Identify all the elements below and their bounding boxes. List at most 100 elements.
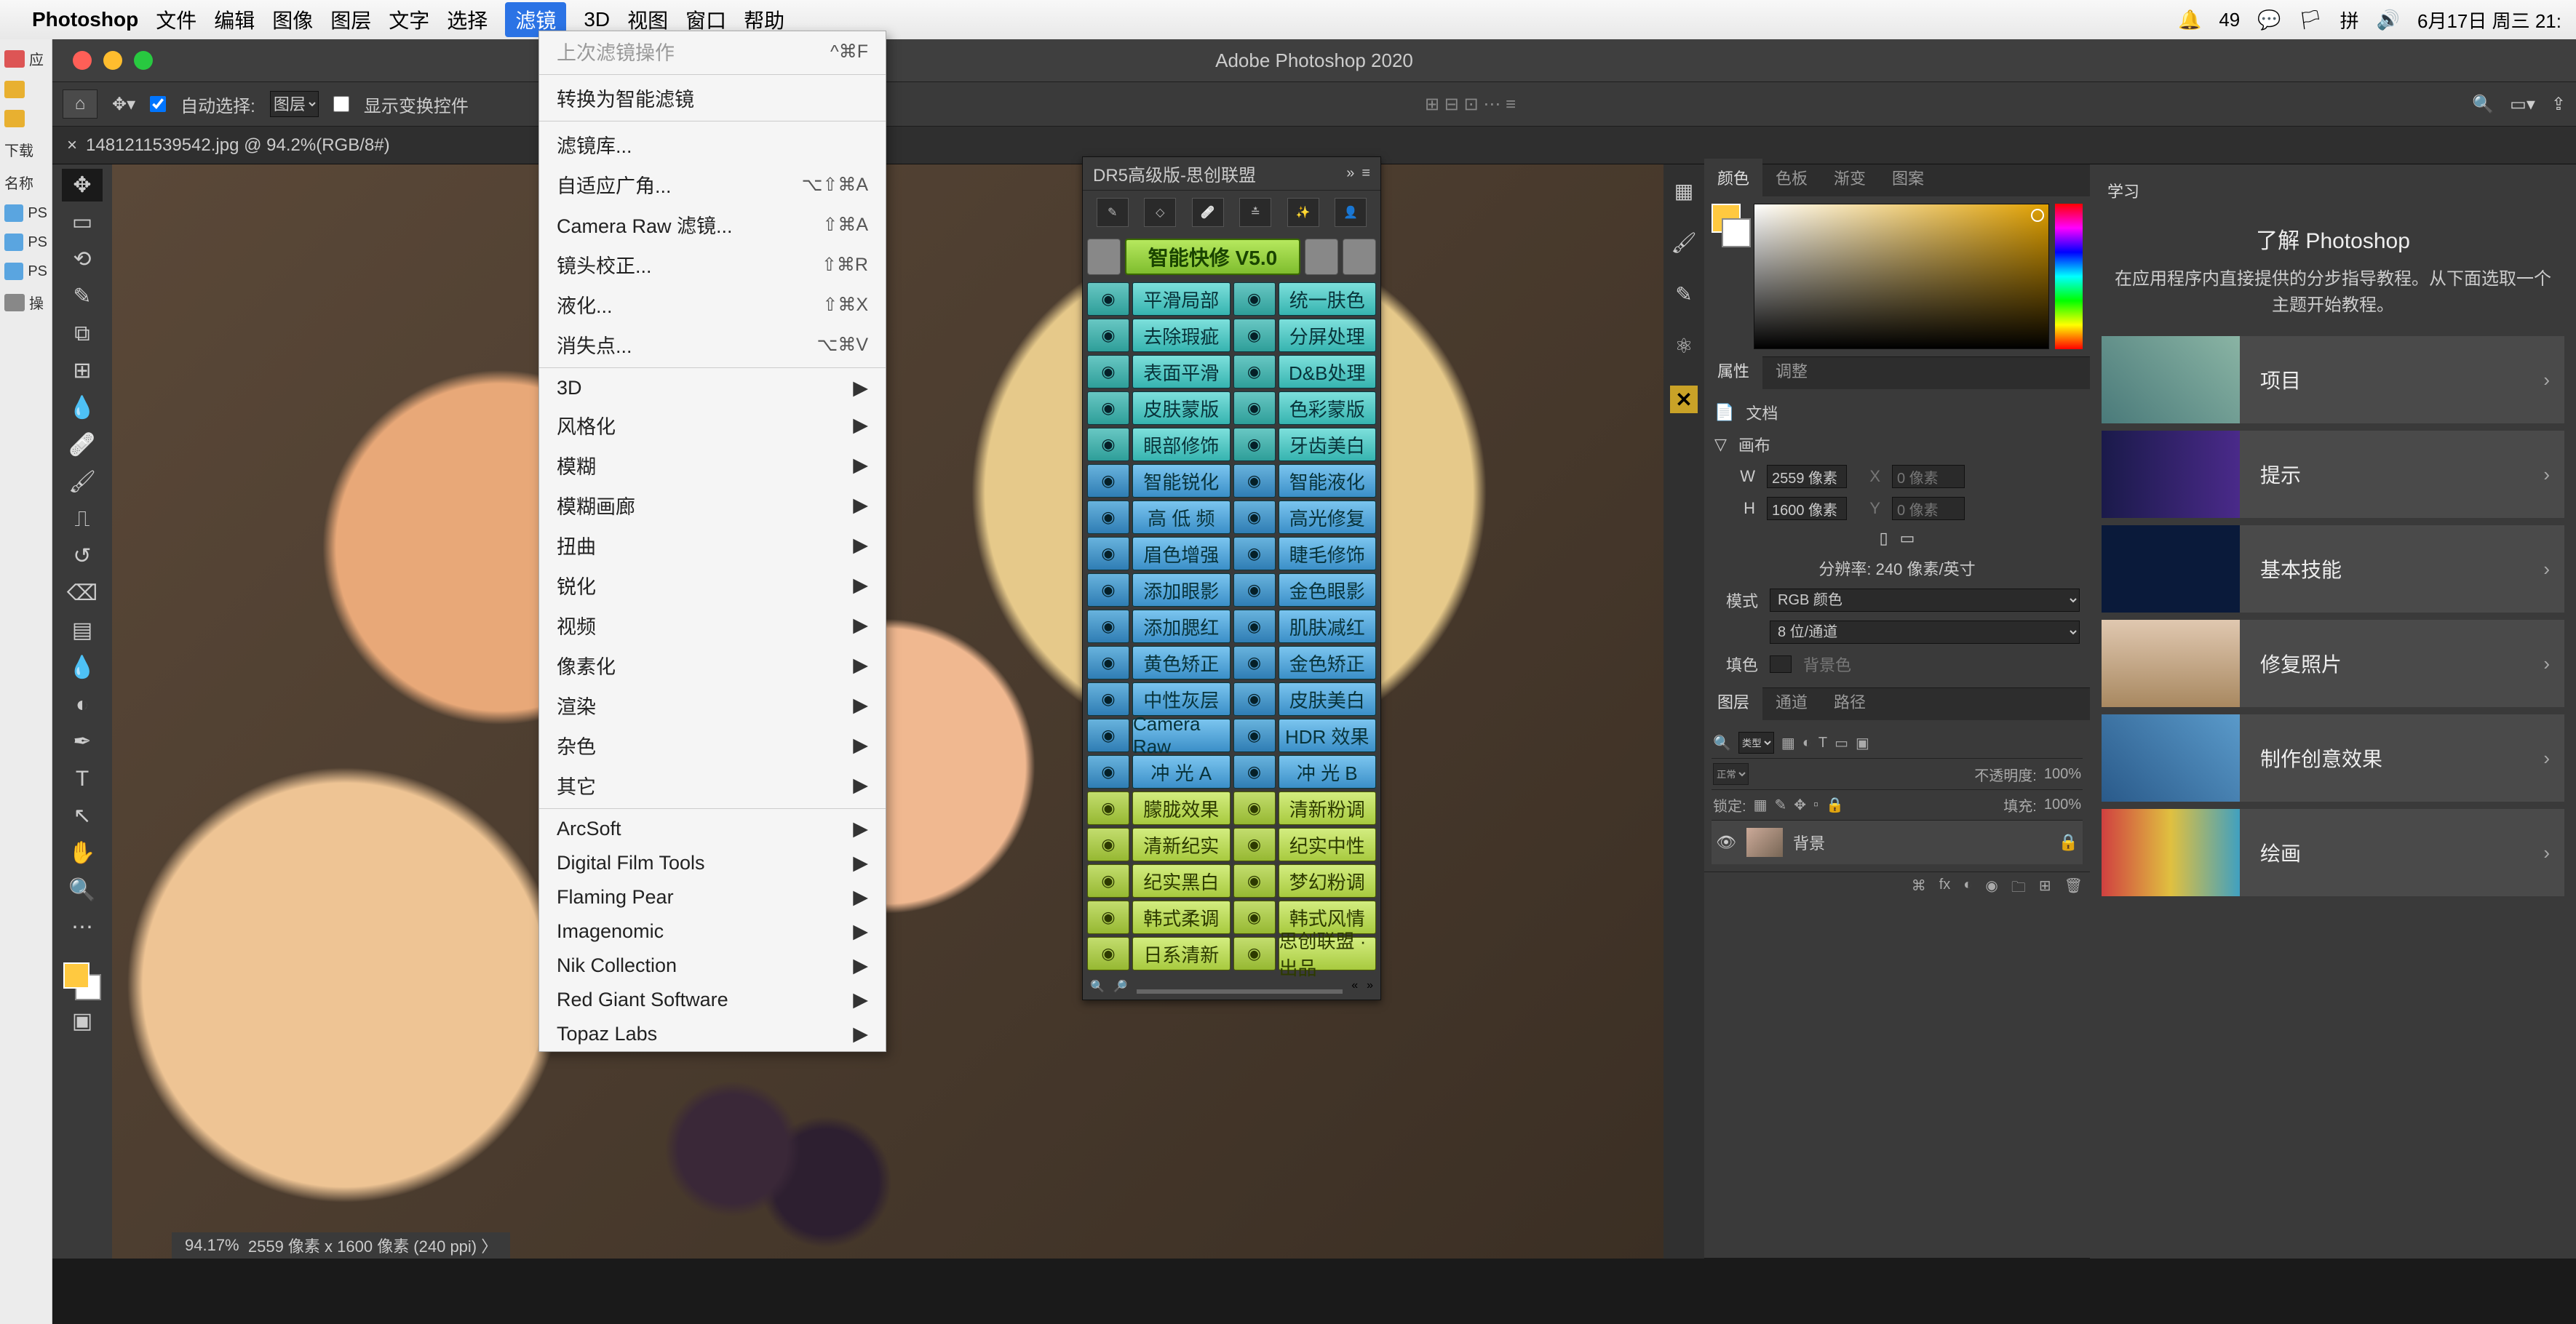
plugin-button[interactable]: 眉色增强 bbox=[1132, 537, 1231, 570]
plugin-row-icon[interactable]: ◉ bbox=[1233, 355, 1276, 388]
filter-item[interactable]: 镜头校正...⇧⌘R bbox=[539, 244, 886, 284]
quick-select-tool[interactable]: ✎ bbox=[62, 280, 103, 313]
filter-submenu[interactable]: 视频▶ bbox=[539, 605, 886, 645]
lasso-tool[interactable]: ⟲ bbox=[62, 243, 103, 276]
move-tool[interactable]: ✥ bbox=[62, 169, 103, 202]
finder-item[interactable]: 名称 bbox=[0, 169, 52, 196]
plugin-button[interactable]: 智能液化 bbox=[1279, 464, 1377, 498]
plugin-button[interactable]: 平滑局部 bbox=[1132, 282, 1231, 316]
plugin-row-icon[interactable]: ◉ bbox=[1087, 428, 1129, 461]
plugin-button[interactable]: 色彩蒙版 bbox=[1279, 391, 1377, 425]
plugin-row-icon[interactable]: ◉ bbox=[1087, 573, 1129, 607]
width-input[interactable] bbox=[1767, 465, 1847, 488]
slider[interactable] bbox=[1137, 989, 1343, 994]
tab-properties[interactable]: 属性 bbox=[1704, 351, 1762, 389]
plugin-row-icon[interactable]: ◉ bbox=[1233, 501, 1276, 534]
plugin-button[interactable]: 添加腮红 bbox=[1132, 610, 1231, 643]
orient-portrait-icon[interactable]: ▯ bbox=[1880, 529, 1888, 548]
plugin-row-icon[interactable]: ◉ bbox=[1233, 610, 1276, 643]
plugin-button[interactable]: 思创联盟 · 出品 bbox=[1279, 937, 1377, 970]
filter-submenu[interactable]: 杂色▶ bbox=[539, 725, 886, 765]
plugin-row-icon[interactable]: ◉ bbox=[1087, 755, 1129, 789]
learn-card-creative[interactable]: 制作创意效果› bbox=[2102, 714, 2564, 802]
plugin-row-icon[interactable]: ◉ bbox=[1233, 428, 1276, 461]
plugin-sq-icon[interactable] bbox=[1343, 239, 1376, 275]
close-strip-icon[interactable]: ✕ bbox=[1670, 386, 1698, 413]
plugin-button[interactable]: 肌肤减红 bbox=[1279, 610, 1377, 643]
auto-select-checkbox[interactable] bbox=[150, 96, 166, 112]
height-input[interactable] bbox=[1767, 497, 1847, 520]
color-swatch[interactable] bbox=[1712, 204, 1748, 349]
finder-item[interactable]: 应 bbox=[0, 45, 52, 72]
plugin-row-icon[interactable]: ◉ bbox=[1087, 319, 1129, 352]
tab-channels[interactable]: 通道 bbox=[1762, 682, 1821, 720]
plugin-tool-icon[interactable]: ✎ bbox=[1097, 198, 1129, 227]
visibility-icon[interactable]: 👁 bbox=[1716, 833, 1736, 852]
lock-icon[interactable]: 🔒 bbox=[1826, 796, 1844, 814]
plugin-button[interactable]: 高光修复 bbox=[1279, 501, 1377, 534]
plugin-button[interactable]: 分屏处理 bbox=[1279, 319, 1377, 352]
eyedropper-tool[interactable]: 💧 bbox=[62, 391, 103, 424]
layer-filter-select[interactable]: 类型 bbox=[1738, 732, 1774, 754]
plugin-tool-icon[interactable]: ◇ bbox=[1144, 198, 1176, 227]
new-layer-icon[interactable]: ⊞ bbox=[2039, 877, 2051, 901]
filter-plugin-submenu[interactable]: Flaming Pear▶ bbox=[539, 880, 886, 914]
plugin-tool-icon[interactable]: 🩹 bbox=[1192, 198, 1224, 227]
plugin-row-icon[interactable]: ◉ bbox=[1233, 755, 1276, 789]
hue-slider[interactable] bbox=[2055, 204, 2083, 349]
menu-edit[interactable]: 编辑 bbox=[214, 5, 255, 34]
filter-plugin-submenu[interactable]: Digital Film Tools▶ bbox=[539, 846, 886, 880]
finder-item[interactable] bbox=[0, 78, 52, 101]
close-window-icon[interactable] bbox=[73, 51, 92, 70]
menu-select[interactable]: 选择 bbox=[447, 5, 488, 34]
plugin-row-icon[interactable]: ◉ bbox=[1087, 464, 1129, 498]
history-icon[interactable]: ▦ bbox=[1674, 179, 1693, 203]
next-icon[interactable]: » bbox=[1367, 979, 1373, 994]
filter-submenu[interactable]: 模糊▶ bbox=[539, 445, 886, 485]
eraser-tool[interactable]: ⌫ bbox=[62, 577, 103, 610]
auto-select-dropdown[interactable]: 图层 bbox=[270, 91, 319, 117]
finder-item[interactable] bbox=[0, 107, 52, 130]
menu-convert-smart[interactable]: 转换为智能滤镜 bbox=[539, 78, 886, 118]
filter-submenu[interactable]: 像素化▶ bbox=[539, 645, 886, 685]
filter-submenu[interactable]: 渲染▶ bbox=[539, 685, 886, 725]
document-tab[interactable]: 1481211539542.jpg @ 94.2%(RGB/8#) bbox=[86, 135, 390, 156]
plugin-button[interactable]: 中性灰层 bbox=[1132, 682, 1231, 716]
plugin-button[interactable]: Camera Raw bbox=[1132, 719, 1231, 752]
plugin-button[interactable]: 统一肤色 bbox=[1279, 282, 1377, 316]
zoom-value[interactable]: 94.17% bbox=[185, 1236, 239, 1255]
tab-learn[interactable]: 学习 bbox=[2107, 183, 2139, 201]
plugin-row-icon[interactable]: ◉ bbox=[1233, 828, 1276, 861]
share-icon[interactable]: ⇪ bbox=[2551, 94, 2566, 115]
input-method[interactable]: 拼 bbox=[2340, 7, 2359, 33]
filter-smart-icon[interactable]: ▣ bbox=[1856, 734, 1869, 752]
flag-icon[interactable]: 🏳 bbox=[2299, 9, 2323, 31]
plugin-row-icon[interactable]: ◉ bbox=[1233, 937, 1276, 970]
marquee-tool[interactable]: ▭ bbox=[62, 206, 103, 239]
zoom-in-icon[interactable]: 🔎 bbox=[1113, 979, 1128, 994]
clock[interactable]: 6月17日 周三 21: bbox=[2417, 7, 2561, 33]
gradient-tool[interactable]: ▤ bbox=[62, 614, 103, 647]
filter-submenu[interactable]: 扭曲▶ bbox=[539, 525, 886, 565]
plugin-button[interactable]: 高 低 频 bbox=[1132, 501, 1231, 534]
crop-tool[interactable]: ⧉ bbox=[62, 317, 103, 350]
plugin-button[interactable]: HDR 效果 bbox=[1279, 719, 1377, 752]
plugin-row-icon[interactable]: ◉ bbox=[1087, 864, 1129, 898]
filter-submenu[interactable]: 锐化▶ bbox=[539, 565, 886, 605]
plugin-row-icon[interactable]: ◉ bbox=[1087, 937, 1129, 970]
plugin-button[interactable]: 朦胧效果 bbox=[1132, 791, 1231, 825]
zoom-out-icon[interactable]: 🔍 bbox=[1090, 979, 1105, 994]
fill-swatch[interactable] bbox=[1770, 655, 1792, 673]
maximize-window-icon[interactable] bbox=[134, 51, 153, 70]
app-name[interactable]: Photoshop bbox=[32, 8, 138, 31]
mask-icon[interactable]: ◐ bbox=[1963, 877, 1972, 901]
wechat-icon[interactable]: 💬 bbox=[2257, 9, 2281, 31]
plugin-row-icon[interactable]: ◉ bbox=[1233, 282, 1276, 316]
plugin-button[interactable]: 添加眼影 bbox=[1132, 573, 1231, 607]
layer-thumb[interactable] bbox=[1746, 828, 1783, 857]
filter-pixel-icon[interactable]: ▦ bbox=[1781, 734, 1795, 752]
plugin-tool-icon[interactable]: 👤 bbox=[1335, 198, 1367, 227]
plugin-button[interactable]: 冲 光 A bbox=[1132, 755, 1231, 789]
plugin-button[interactable]: 眼部修饰 bbox=[1132, 428, 1231, 461]
plugin-button[interactable]: 牙齿美白 bbox=[1279, 428, 1377, 461]
